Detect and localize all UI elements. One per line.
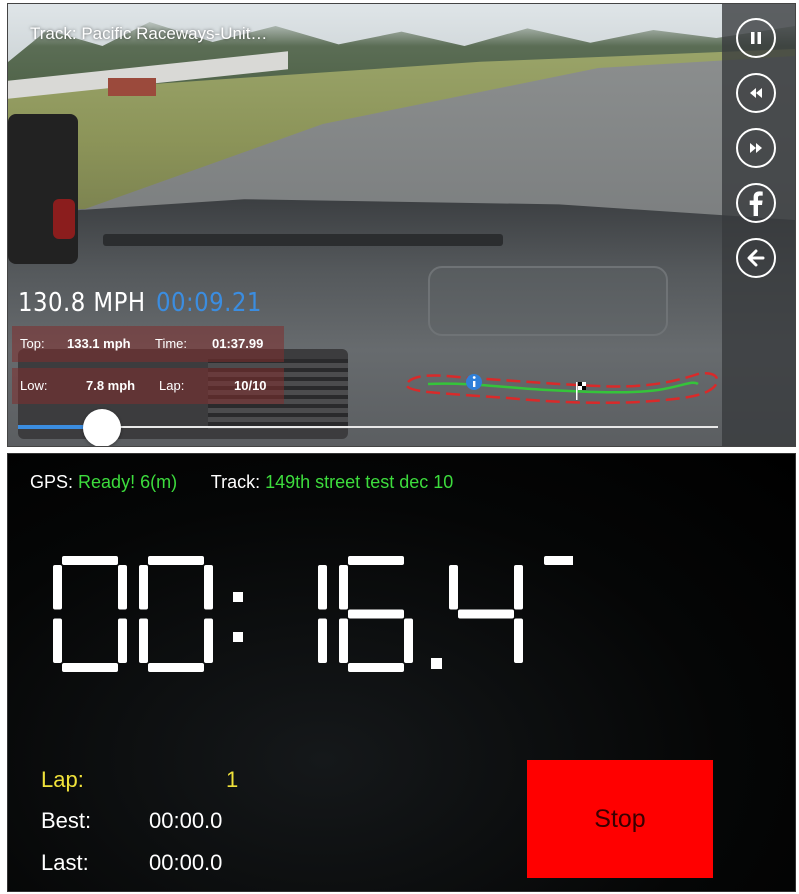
clock-segment — [62, 663, 118, 672]
clock-decimal — [431, 658, 442, 669]
clock-digit — [449, 565, 523, 663]
stop-button[interactable]: Stop — [527, 760, 713, 878]
best-label: Best: — [41, 808, 92, 833]
clock-segment — [53, 565, 62, 610]
clock-segment — [339, 565, 348, 610]
last-label: Last: — [41, 850, 89, 875]
clock-segment — [514, 565, 523, 610]
playback-scrubber[interactable] — [8, 409, 723, 446]
clock-segment — [118, 618, 127, 663]
rewind-button[interactable] — [736, 73, 776, 113]
lap-timer-screen: GPS: Ready! 6(m) Track: 149th street tes… — [7, 453, 796, 892]
clock-segment — [204, 565, 213, 610]
facebook-icon — [749, 191, 763, 216]
clock-segment — [204, 618, 213, 663]
video-track-label: Track: Pacific Raceways-Unit… — [30, 24, 268, 43]
status-row: GPS: Ready! 6(m) Track: 149th street tes… — [30, 472, 453, 493]
clock-segment — [348, 663, 404, 672]
clock-segment — [404, 618, 413, 663]
clock-segment — [458, 609, 514, 619]
clock-segment — [139, 618, 148, 663]
best-time: 00:00.0 — [149, 808, 223, 833]
clock-segment — [544, 556, 573, 565]
track-name: 149th street test dec 10 — [265, 472, 454, 492]
info-icon — [466, 374, 482, 390]
clock-segment — [449, 565, 458, 610]
clock-digit — [139, 556, 213, 672]
clock-segment — [148, 663, 204, 672]
low-speed-value: 7.8 mph — [86, 378, 136, 393]
lap-count-value: 10/10 — [234, 378, 267, 393]
clock-segment — [514, 618, 523, 663]
last-time: 00:00.0 — [149, 850, 223, 875]
clock-segment — [148, 556, 204, 565]
clock-segment — [318, 618, 327, 663]
clock-digit — [318, 565, 327, 663]
back-arrow-icon — [747, 249, 765, 267]
lap-time-value: 01:37.99 — [212, 336, 264, 351]
top-speed-stat: Top: 133.1 mph Time: 01:37.99 — [12, 326, 284, 362]
lap-label: Lap: — [159, 378, 185, 393]
clock-segment — [139, 565, 148, 610]
top-speed-value: 133.1 mph — [67, 336, 131, 351]
clock-digit — [53, 556, 127, 672]
lap-number: 1 — [226, 767, 239, 792]
clock-segment — [62, 556, 118, 565]
low-speed-stat: Low: 7.8 mph Lap: 10/10 — [12, 368, 284, 404]
pause-button[interactable] — [736, 18, 776, 58]
track-label: Track: — [210, 472, 261, 492]
camera-mount — [8, 114, 78, 264]
track-minimap — [405, 371, 719, 405]
time-label: Time: — [155, 336, 188, 351]
back-button[interactable] — [736, 238, 776, 278]
clock-segment — [118, 565, 127, 610]
speed-readout: 130.8 MPH — [18, 288, 146, 318]
elapsed-time-readout: 00:09.21 — [156, 288, 262, 318]
video-player[interactable]: Track: Pacific Raceways-Unit… 130.8 MPH … — [7, 3, 796, 447]
lap-clock — [53, 556, 573, 672]
pause-icon — [751, 32, 761, 44]
clock-colon — [233, 592, 243, 602]
clock-segment — [318, 565, 327, 610]
top-label: Top: — [20, 336, 45, 351]
playback-controls — [722, 4, 795, 446]
clock-segment — [339, 618, 348, 663]
clock-segment — [348, 609, 404, 619]
fast-forward-icon — [750, 143, 762, 153]
clock-segment — [348, 556, 404, 565]
clock-digit — [544, 556, 573, 565]
clock-digit — [339, 556, 413, 672]
clock-segment — [53, 618, 62, 663]
scrubber-track[interactable] — [18, 426, 718, 428]
gps-label: GPS: — [30, 472, 74, 492]
lap-label: Lap: — [41, 767, 84, 792]
scrubber-thumb[interactable] — [83, 409, 121, 446]
clock-colon — [233, 632, 243, 642]
gps-status: Ready! 6(m) — [78, 472, 178, 492]
low-label: Low: — [20, 378, 48, 393]
rewind-icon — [750, 88, 762, 98]
fast-forward-button[interactable] — [736, 128, 776, 168]
facebook-share-button[interactable] — [736, 183, 776, 223]
